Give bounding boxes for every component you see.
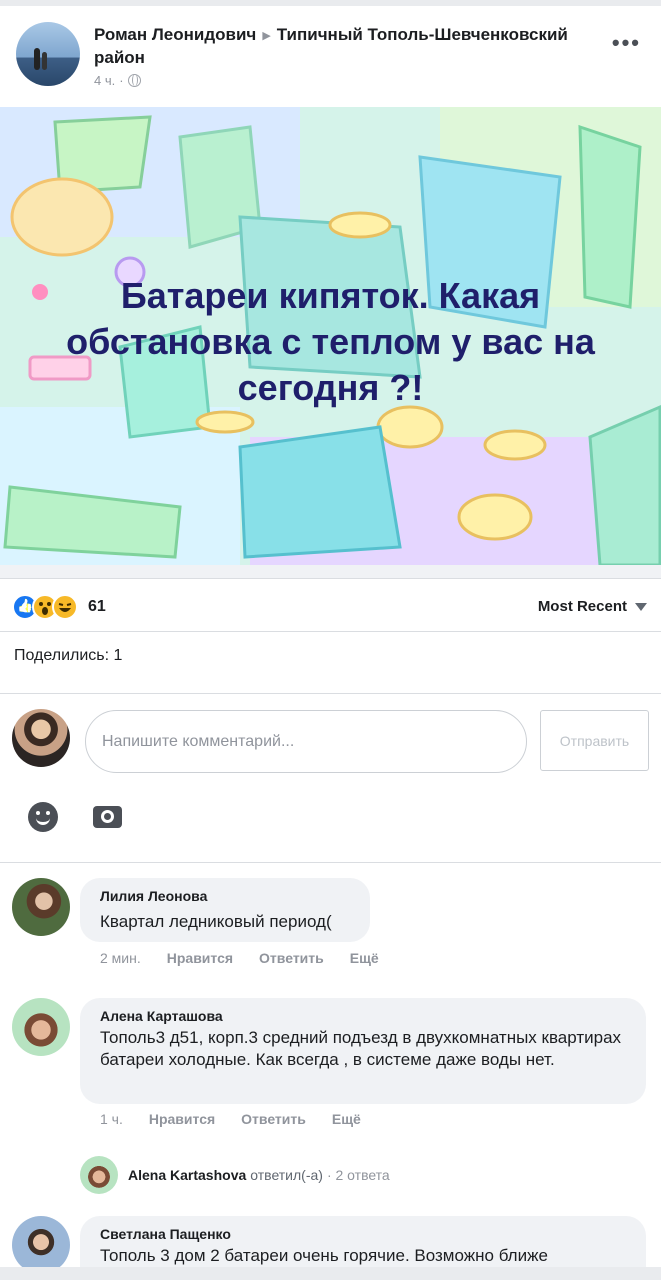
- section-divider: [0, 565, 661, 578]
- more-link[interactable]: Ещё: [350, 950, 379, 966]
- post-meta: Роман Леонидович ▶ Типичный Тополь-Шевченк…: [94, 24, 594, 88]
- reply-verb: ответил(-а): [250, 1167, 323, 1183]
- comment-text: Тополь 3 дом 2 батареи очень горячие. Во…: [100, 1246, 548, 1265]
- reply-link[interactable]: Ответить: [259, 950, 324, 966]
- comment-author[interactable]: Алена Карташова: [100, 1007, 626, 1025]
- comment-actions: 2 мин. Нравится Ответить Ещё: [100, 950, 405, 966]
- comment-bubble: Лилия Леонова Квартал ледниковый период(: [80, 878, 370, 942]
- commenter-avatar[interactable]: [12, 998, 70, 1056]
- post-header: Роман Леонидович ▶ Типичный Тополь-Шевченк…: [0, 6, 661, 106]
- caret-down-icon: [635, 602, 647, 611]
- comment-text: Квартал ледниковый период(: [100, 912, 332, 931]
- comment-author[interactable]: Лилия Леонова: [100, 887, 350, 905]
- emoji-icon[interactable]: [28, 802, 58, 832]
- like-link[interactable]: Нравится: [149, 1111, 215, 1127]
- reply-count: · 2 ответа: [326, 1167, 390, 1183]
- comment-actions: 1 ч. Нравится Ответить Ещё: [100, 1111, 387, 1127]
- post-background-image[interactable]: Батареи кипяток. Какая обстановка с тепл…: [0, 107, 661, 565]
- post-timestamp: 4 ч. ·: [94, 73, 594, 88]
- send-button[interactable]: Отправить: [540, 710, 649, 771]
- arrow-right-icon: ▶: [262, 30, 271, 42]
- author-avatar[interactable]: [16, 22, 80, 86]
- shares-count[interactable]: Поделились: 1: [14, 647, 122, 665]
- globe-icon: [127, 74, 141, 87]
- more-link[interactable]: Ещё: [332, 1111, 361, 1127]
- haha-reaction-icon: [52, 594, 78, 620]
- reply-link[interactable]: Ответить: [241, 1111, 306, 1127]
- reply-author: Alena Kartashova: [128, 1167, 247, 1183]
- post-title-line: Роман Леонидович ▶ Типичный Тополь-Шевченк…: [94, 24, 594, 69]
- like-link[interactable]: Нравится: [167, 950, 233, 966]
- more-options-icon[interactable]: •••: [612, 32, 641, 54]
- current-user-avatar: [12, 709, 70, 767]
- post-text: Батареи кипяток. Какая обстановка с тепл…: [66, 275, 595, 408]
- reaction-count: 61: [88, 598, 106, 615]
- bottom-edge: [0, 1267, 661, 1280]
- camera-icon[interactable]: [93, 806, 122, 828]
- comment-bubble: Алена Карташова Тополь3 д51, корп.3 сред…: [80, 998, 646, 1104]
- comment-time[interactable]: 2 мин.: [100, 950, 141, 966]
- comment-time[interactable]: 1 ч.: [100, 1111, 123, 1127]
- author-name[interactable]: Роман Леонидович: [94, 25, 256, 44]
- commenter-avatar[interactable]: [12, 878, 70, 936]
- comment-sort-dropdown[interactable]: Most Recent: [538, 598, 647, 615]
- reactions-summary[interactable]: 61: [12, 592, 106, 622]
- comment-text: Тополь3 д51, корп.3 средний подъезд в дв…: [100, 1028, 622, 1069]
- replies-summary[interactable]: Alena Kartashova ответил(-а) · 2 ответа: [80, 1156, 390, 1194]
- reply-avatar: [80, 1156, 118, 1194]
- sort-label: Most Recent: [537, 598, 627, 615]
- comment-author[interactable]: Светлана Пащенко: [100, 1225, 626, 1243]
- comment-input[interactable]: [85, 710, 527, 773]
- post-time[interactable]: 4 ч.: [94, 73, 115, 88]
- commenter-avatar[interactable]: [12, 1216, 70, 1274]
